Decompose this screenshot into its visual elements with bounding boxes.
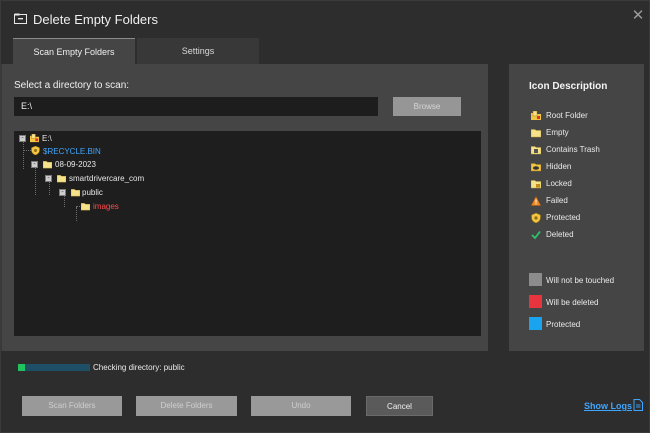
tree-connector <box>76 206 80 207</box>
desc-label: Protected <box>546 213 581 222</box>
folder-icon <box>57 175 66 183</box>
desc-label: Hidden <box>546 162 572 171</box>
delete-folders-button[interactable]: Delete Folders <box>136 396 237 416</box>
cancel-button[interactable]: Cancel <box>366 396 433 416</box>
icon-description-title: Icon Description <box>529 81 608 92</box>
folder-icon <box>71 189 80 197</box>
legend-swatch-blue <box>529 317 542 330</box>
legend-label: Will be deleted <box>546 298 599 307</box>
tree-connector <box>23 141 24 169</box>
hidden-folder-icon <box>531 163 541 172</box>
log-file-icon[interactable] <box>633 399 643 411</box>
locked-folder-icon <box>531 180 541 189</box>
tree-connector <box>35 167 36 195</box>
desc-label: Contains Trash <box>546 145 600 154</box>
legend-swatch-gray <box>529 273 542 286</box>
desc-label: Locked <box>546 179 572 188</box>
tree-toggle-e-drive[interactable]: - <box>19 135 26 142</box>
tree-toggle-public[interactable]: - <box>59 189 66 196</box>
tree-toggle-08-09-2023[interactable]: - <box>31 161 38 168</box>
folder-tree: - E:\ $RECYCLE.BIN - 08-09-2023 - smartd… <box>14 131 481 336</box>
empty-folder-icon <box>81 203 90 211</box>
tree-connector <box>49 181 50 195</box>
scan-folders-button[interactable]: Scan Folders <box>22 396 122 416</box>
protected-icon <box>31 146 40 155</box>
desc-label: Root Folder <box>546 111 588 120</box>
legend-swatch-red <box>529 295 542 308</box>
folder-icon <box>43 161 52 169</box>
tree-node-label[interactable]: smartdrivercare_com <box>69 174 144 183</box>
tree-toggle-smartdrivercare[interactable]: - <box>45 175 52 182</box>
protected-icon <box>531 213 541 223</box>
tab-scan-empty-folders[interactable]: Scan Empty Folders <box>13 38 135 64</box>
legend-label: Protected <box>546 320 581 329</box>
warning-icon <box>531 196 541 206</box>
show-logs-link[interactable]: Show Logs <box>584 401 632 411</box>
tab-settings[interactable]: Settings <box>137 38 259 64</box>
directory-label: Select a directory to scan: <box>14 80 130 91</box>
undo-button[interactable]: Undo <box>251 396 351 416</box>
tree-node-label[interactable]: 08-09-2023 <box>55 160 96 169</box>
check-icon <box>531 230 541 240</box>
root-folder-icon <box>531 111 541 120</box>
directory-path-input[interactable]: E:\ <box>14 97 378 116</box>
tree-node-label[interactable]: E:\ <box>42 134 52 143</box>
browse-button[interactable]: Browse <box>393 97 461 116</box>
scan-progress-fill <box>18 364 26 371</box>
window-title: Delete Empty Folders <box>33 12 158 27</box>
root-folder-icon <box>30 134 39 143</box>
delete-empty-folders-window: Delete Empty Folders ✕ Scan Empty Folder… <box>0 0 650 433</box>
legend-label: Will not be touched <box>546 276 615 285</box>
tree-node-label[interactable]: $RECYCLE.BIN <box>43 147 101 156</box>
empty-folder-icon <box>531 129 541 138</box>
trash-folder-icon <box>531 146 541 155</box>
tree-node-label[interactable]: public <box>82 188 103 197</box>
app-folder-icon <box>14 13 27 24</box>
scan-progress-bar <box>18 364 90 371</box>
close-button[interactable]: ✕ <box>628 6 648 26</box>
status-text: Checking directory: public <box>93 363 185 372</box>
desc-label: Empty <box>546 128 569 137</box>
desc-label: Failed <box>546 196 568 205</box>
tree-connector <box>76 207 77 221</box>
desc-label: Deleted <box>546 230 574 239</box>
title-bar: Delete Empty Folders ✕ <box>1 1 650 37</box>
tree-node-label[interactable]: images <box>93 202 119 211</box>
